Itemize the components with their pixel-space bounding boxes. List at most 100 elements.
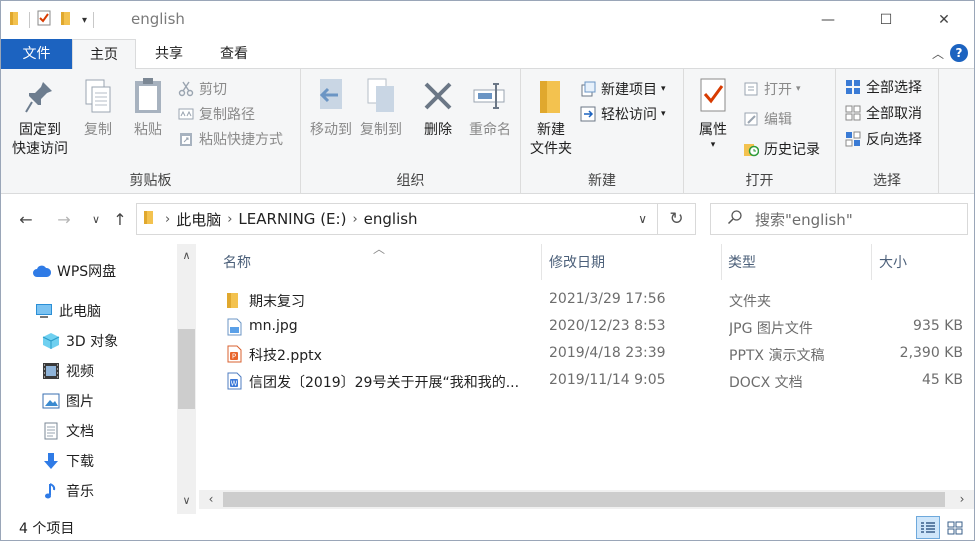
qat-dropdown-icon[interactable]: ▾	[82, 15, 87, 26]
forward-arrow-icon[interactable]: →	[53, 208, 75, 230]
scrollbar-thumb[interactable]	[178, 329, 195, 409]
chevron-up-icon[interactable]: ︿	[932, 45, 944, 62]
address-bar[interactable]: › 此电脑 › LEARNING (E:) › english ∨	[136, 203, 658, 235]
explorer-window: ▾ english — ☐ ✕ 文件 主页 共享 查看 ︿ ? 固定到 快速访问	[0, 0, 975, 541]
nav-item-downloads[interactable]: 下载	[41, 449, 94, 473]
scroll-left-arrow-icon[interactable]: ‹	[201, 490, 221, 509]
column-header-size[interactable]: 大小	[879, 252, 907, 274]
dropdown-arrow-icon: ▾	[796, 84, 801, 94]
column-header-type[interactable]: 类型	[728, 252, 756, 274]
maximize-button[interactable]: ☐	[857, 1, 915, 39]
properties-qat-icon[interactable]	[36, 10, 52, 30]
chevron-right-icon[interactable]: ›	[227, 212, 232, 227]
file-row[interactable]: 期末复习 2021/3/29 17:56 文件夹	[219, 287, 974, 314]
scrollbar-thumb[interactable]	[223, 492, 945, 507]
window-title: english	[131, 10, 185, 28]
select-none-button[interactable]: 全部取消	[844, 101, 922, 125]
open-button[interactable]: 打开 ▾	[742, 77, 801, 101]
scroll-right-arrow-icon[interactable]: ›	[952, 490, 972, 509]
history-button[interactable]: 历史记录	[742, 137, 820, 161]
file-name: 科技2.pptx	[249, 348, 322, 364]
copy-path-button[interactable]: 复制路径	[177, 102, 255, 126]
horizontal-scrollbar[interactable]: ‹ ›	[199, 490, 974, 509]
file-row[interactable]: P 科技2.pptx 2019/4/18 23:39 PPTX 演示文稿 2,3…	[219, 341, 974, 368]
minimize-button[interactable]: —	[799, 1, 857, 39]
tab-file[interactable]: 文件	[1, 39, 72, 69]
column-divider[interactable]	[871, 244, 872, 280]
properties-button[interactable]: 属性 ▾	[692, 75, 734, 150]
chevron-right-icon[interactable]: ›	[165, 212, 170, 227]
close-button[interactable]: ✕	[915, 1, 973, 39]
navigation-pane: WPS网盘 此电脑 3D 对象 视频 图片 文档 下载 音乐 ∧ ∨	[1, 244, 199, 514]
new-folder-button[interactable]: 新建 文件夹	[527, 75, 575, 159]
group-new: 新建 文件夹 新建项目 ▾ 轻松访问 ▾ 新建	[521, 69, 684, 194]
edit-pencil-icon	[742, 110, 760, 128]
nav-item-pictures[interactable]: 图片	[41, 389, 94, 413]
help-icon[interactable]: ?	[950, 44, 968, 62]
edit-button[interactable]: 编辑	[742, 107, 792, 131]
sort-ascending-icon: ︿	[373, 242, 386, 256]
refresh-icon[interactable]: ↻	[658, 203, 696, 235]
paste-button[interactable]: 粘贴	[127, 75, 169, 140]
tab-view[interactable]: 查看	[202, 39, 266, 69]
nav-item-this-pc[interactable]: 此电脑	[34, 299, 101, 323]
breadcrumb-this-pc[interactable]: 此电脑	[176, 209, 221, 230]
copy-path-icon	[177, 105, 195, 123]
details-view-button[interactable]	[916, 516, 940, 539]
nav-item-music[interactable]: 音乐	[41, 479, 94, 503]
quick-access-toolbar: ▾	[9, 10, 100, 30]
copy-button[interactable]: 复制	[77, 75, 119, 140]
file-type: JPG 图片文件	[729, 321, 813, 337]
nav-pane-scrollbar[interactable]: ∧ ∨	[177, 244, 196, 514]
group-clipboard: 固定到 快速访问 复制 粘贴 剪切 复制路径 粘贴快捷方式 剪贴板	[1, 69, 301, 194]
nav-item-documents[interactable]: 文档	[41, 419, 94, 443]
computer-icon	[34, 301, 54, 321]
nav-item-videos[interactable]: 视频	[41, 359, 94, 383]
breadcrumb-english[interactable]: english	[364, 210, 418, 228]
large-icons-view-button[interactable]	[943, 516, 967, 539]
paste-shortcut-button[interactable]: 粘贴快捷方式	[177, 127, 283, 151]
search-icon	[727, 209, 743, 229]
new-item-button[interactable]: 新建项目 ▾	[579, 77, 666, 101]
search-placeholder[interactable]: 搜索"english"	[755, 209, 853, 230]
properties-icon	[693, 75, 733, 117]
history-icon	[742, 140, 760, 158]
column-divider[interactable]	[541, 244, 542, 280]
copy-to-button[interactable]: 复制到	[357, 75, 405, 140]
pin-quick-access-button[interactable]: 固定到 快速访问	[9, 75, 71, 159]
docx-file-icon: W	[227, 372, 242, 390]
up-arrow-icon[interactable]: ↑	[109, 208, 131, 230]
move-to-button[interactable]: 移动到	[307, 75, 355, 140]
easy-access-button[interactable]: 轻松访问 ▾	[579, 102, 666, 126]
chevron-right-icon[interactable]: ›	[352, 212, 357, 227]
rename-button[interactable]: 重命名	[465, 75, 515, 140]
delete-button[interactable]: 删除	[417, 75, 459, 140]
recent-locations-chevron-icon[interactable]: ∨	[85, 208, 107, 230]
image-file-icon	[227, 318, 242, 336]
column-header-name[interactable]: 名称	[223, 252, 251, 274]
search-box[interactable]: 搜索"english"	[710, 203, 968, 235]
nav-item-wps-cloud[interactable]: WPS网盘	[32, 259, 116, 283]
scroll-up-arrow-icon[interactable]: ∧	[177, 247, 196, 265]
select-none-icon	[844, 104, 862, 122]
select-all-button[interactable]: 全部选择	[844, 75, 922, 99]
file-type: DOCX 文档	[729, 375, 803, 391]
tab-share[interactable]: 共享	[137, 39, 201, 69]
large-icons-view-icon	[947, 521, 963, 534]
back-arrow-icon[interactable]: ←	[15, 208, 37, 230]
column-header-date[interactable]: 修改日期	[549, 252, 605, 274]
new-folder-qat-icon[interactable]	[60, 10, 74, 30]
file-row[interactable]: W 信团发〔2019〕29号关于开展“我和我的... 2019/11/14 9:…	[219, 368, 974, 395]
invert-selection-button[interactable]: 反向选择	[844, 127, 922, 151]
file-row[interactable]: mn.jpg 2020/12/23 8:53 JPG 图片文件 935 KB	[219, 314, 974, 341]
paste-icon	[128, 75, 168, 117]
tab-home[interactable]: 主页	[72, 39, 136, 70]
breadcrumb-drive[interactable]: LEARNING (E:)	[238, 210, 346, 228]
scroll-down-arrow-icon[interactable]: ∨	[177, 492, 196, 510]
address-history-chevron-icon[interactable]: ∨	[638, 212, 647, 226]
column-divider[interactable]	[721, 244, 722, 280]
paste-shortcut-icon	[177, 130, 195, 148]
cut-button[interactable]: 剪切	[177, 77, 227, 101]
dropdown-arrow-icon: ▾	[661, 84, 666, 94]
nav-item-3d-objects[interactable]: 3D 对象	[41, 329, 118, 353]
